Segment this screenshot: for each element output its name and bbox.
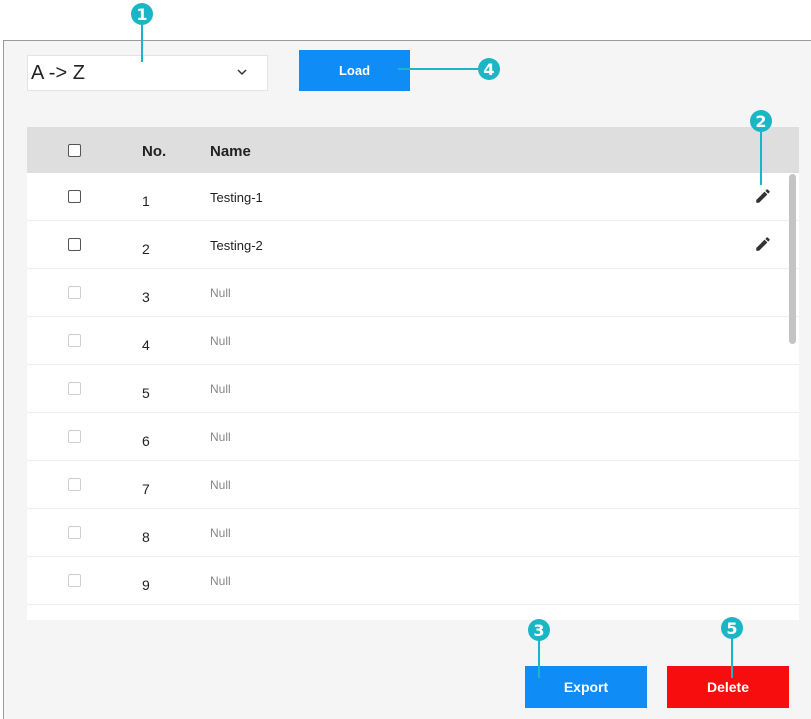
callout-badge-3: 3 <box>528 619 550 641</box>
callout-badge-1: 1 <box>131 3 153 25</box>
callout-badge-4: 4 <box>478 58 500 80</box>
callout-badge-5: 5 <box>721 617 743 639</box>
callout-lines <box>141 24 762 678</box>
callout-badge-2: 2 <box>750 110 772 132</box>
